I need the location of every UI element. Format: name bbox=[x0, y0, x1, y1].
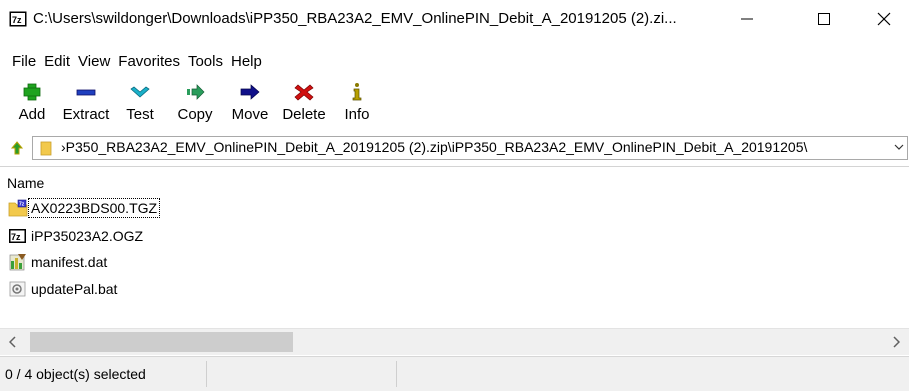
add-button[interactable]: Add bbox=[13, 82, 51, 128]
menu-tools[interactable]: Tools bbox=[184, 50, 227, 74]
data-file-icon bbox=[9, 254, 26, 271]
file-list: Name 7z AX0223BDS00.TGZ 7z iPP35023A2.OG… bbox=[0, 166, 909, 329]
svg-text:7z: 7z bbox=[11, 232, 21, 242]
list-item[interactable]: 7z AX0223BDS00.TGZ bbox=[8, 197, 161, 219]
path-text: ›P350_RBA23A2_EMV_OnlinePIN_Debit_A_2019… bbox=[61, 139, 808, 155]
menu-file[interactable]: File bbox=[0, 50, 40, 74]
minimize-button[interactable] bbox=[724, 0, 770, 38]
file-name: AX0223BDS00.TGZ bbox=[27, 198, 161, 218]
address-bar: ›P350_RBA23A2_EMV_OnlinePIN_Debit_A_2019… bbox=[0, 134, 909, 162]
move-label: Move bbox=[231, 106, 269, 123]
menu-view[interactable]: View bbox=[74, 50, 114, 74]
list-item[interactable]: 7z iPP35023A2.OGZ bbox=[8, 225, 145, 247]
move-arrow-icon bbox=[240, 84, 260, 100]
copy-label: Copy bbox=[177, 106, 213, 123]
menu-edit[interactable]: Edit bbox=[40, 50, 74, 74]
column-header-name[interactable]: Name bbox=[7, 175, 44, 191]
move-button[interactable]: Move bbox=[225, 82, 275, 128]
archive-folder-icon: 7z bbox=[8, 199, 28, 217]
chevron-down-icon[interactable] bbox=[893, 140, 905, 154]
delete-button[interactable]: Delete bbox=[278, 82, 330, 128]
test-label: Test bbox=[126, 106, 154, 123]
close-icon bbox=[877, 12, 891, 26]
7z-archive-icon: 7z bbox=[9, 229, 26, 243]
chevron-right-icon bbox=[893, 336, 900, 348]
horizontal-scrollbar[interactable] bbox=[0, 328, 909, 355]
file-name: manifest.dat bbox=[31, 254, 108, 270]
menu-help[interactable]: Help bbox=[227, 50, 266, 74]
info-icon bbox=[352, 83, 362, 101]
status-divider bbox=[206, 361, 207, 387]
copy-arrow-icon bbox=[187, 84, 205, 100]
selection-status: 0 / 4 object(s) selected bbox=[5, 366, 146, 382]
minimize-icon bbox=[741, 18, 753, 20]
info-label: Info bbox=[344, 106, 370, 123]
chevron-left-icon bbox=[9, 336, 16, 348]
status-bar: 0 / 4 object(s) selected bbox=[0, 356, 909, 391]
close-window-button[interactable] bbox=[861, 0, 907, 38]
status-divider bbox=[396, 361, 397, 387]
archive-window: 7z C:\Users\swildonger\Downloads\iPP350_… bbox=[0, 0, 909, 391]
extract-label: Extract bbox=[62, 106, 110, 123]
scroll-right-button[interactable] bbox=[883, 329, 909, 355]
list-item[interactable]: updatePal.bat bbox=[8, 278, 119, 300]
checkmark-icon bbox=[130, 86, 150, 98]
file-name: iPP35023A2.OGZ bbox=[31, 228, 144, 244]
path-input[interactable]: ›P350_RBA23A2_EMV_OnlinePIN_Debit_A_2019… bbox=[32, 136, 908, 160]
plus-icon bbox=[23, 83, 41, 101]
7zip-app-icon: 7z bbox=[9, 11, 27, 27]
copy-button[interactable]: Copy bbox=[172, 82, 218, 128]
test-button[interactable]: Test bbox=[121, 82, 159, 128]
window-title: C:\Users\swildonger\Downloads\iPP350_RBA… bbox=[33, 10, 677, 27]
svg-text:7z: 7z bbox=[12, 15, 22, 25]
svg-text:7z: 7z bbox=[19, 202, 25, 208]
scroll-left-button[interactable] bbox=[0, 329, 26, 355]
file-name: updatePal.bat bbox=[31, 281, 118, 297]
title-bar: 7z C:\Users\swildonger\Downloads\iPP350_… bbox=[0, 0, 909, 38]
extract-button[interactable]: Extract bbox=[58, 82, 114, 128]
maximize-icon bbox=[818, 13, 830, 25]
info-button[interactable]: Info bbox=[338, 82, 376, 128]
folder-icon bbox=[40, 141, 52, 156]
add-label: Add bbox=[18, 106, 46, 123]
maximize-button[interactable] bbox=[801, 0, 847, 38]
menu-favorites[interactable]: Favorites bbox=[114, 50, 184, 74]
delete-label: Delete bbox=[282, 106, 326, 123]
minus-icon bbox=[76, 89, 96, 96]
delete-x-icon bbox=[294, 84, 314, 101]
batch-file-icon bbox=[9, 281, 26, 297]
up-folder-icon[interactable] bbox=[10, 140, 24, 156]
list-item[interactable]: manifest.dat bbox=[8, 251, 109, 273]
scrollbar-thumb[interactable] bbox=[30, 332, 293, 352]
menu-bar: File Edit View Favorites Tools Help bbox=[0, 50, 266, 74]
